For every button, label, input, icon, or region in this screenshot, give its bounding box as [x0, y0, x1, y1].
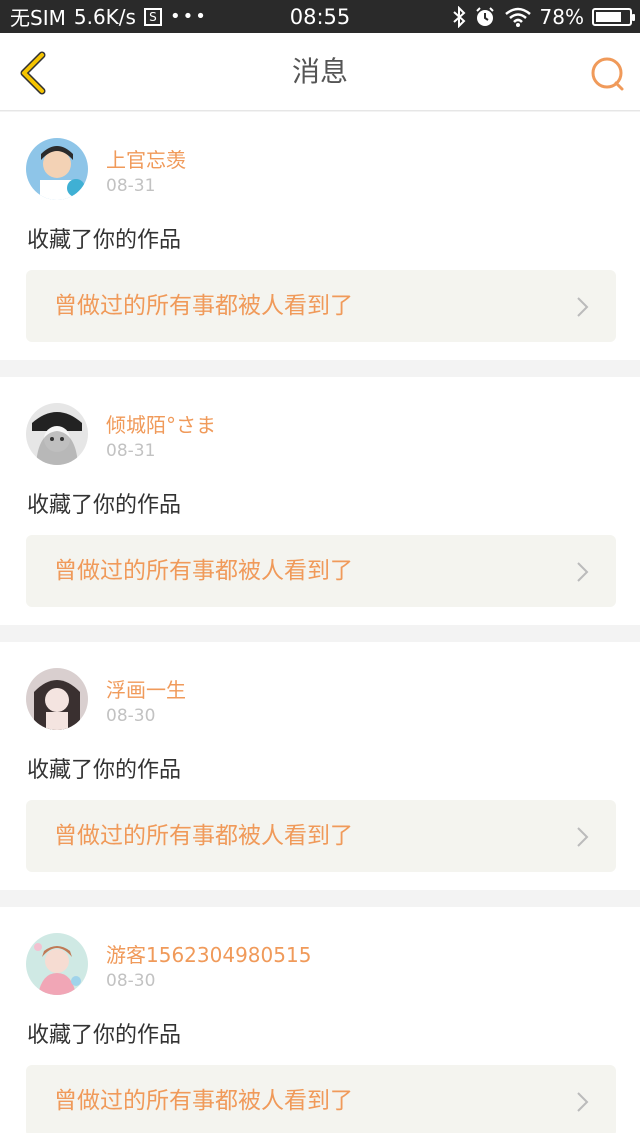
message-card: 浮画一生 08-30 收藏了你的作品 曾做过的所有事都被人看到了 — [0, 642, 640, 890]
message-date: 08-31 — [106, 176, 156, 196]
username[interactable]: 浮画一生 — [106, 674, 186, 703]
message-date: 08-30 — [106, 706, 156, 726]
username[interactable]: 上官忘羡 — [106, 144, 186, 173]
message-card: 上官忘羡 08-31 收藏了你的作品 曾做过的所有事都被人看到了 — [0, 112, 640, 360]
work-link[interactable]: 曾做过的所有事都被人看到了 — [26, 800, 616, 872]
username[interactable]: 倾城陌°さま — [106, 409, 216, 438]
message-date: 08-30 — [106, 971, 156, 991]
chevron-right-icon — [577, 562, 589, 582]
action-text: 收藏了你的作品 — [27, 228, 182, 253]
bluetooth-icon — [452, 5, 465, 28]
network-speed: 5.6K/s — [73, 4, 136, 29]
page-title: 消息 — [291, 55, 348, 88]
avatar[interactable] — [26, 138, 88, 200]
work-title: 曾做过的所有事都被人看到了 — [54, 823, 353, 849]
work-link[interactable]: 曾做过的所有事都被人看到了 — [26, 1065, 616, 1133]
status-right: 78% — [452, 4, 635, 29]
carrier-label: 无SIM — [10, 6, 66, 30]
message-card: 游客1562304980515 08-30 收藏了你的作品 曾做过的所有事都被人… — [0, 907, 640, 1133]
work-link[interactable]: 曾做过的所有事都被人看到了 — [26, 270, 616, 342]
status-left: 无SIM 5.6K/s S ••• — [10, 2, 208, 31]
work-title: 曾做过的所有事都被人看到了 — [54, 1088, 353, 1114]
battery-percent: 78% — [539, 4, 584, 29]
battery-icon — [592, 7, 635, 26]
avatar[interactable] — [26, 668, 88, 730]
action-text: 收藏了你的作品 — [27, 758, 182, 783]
status-bar: 无SIM 5.6K/s S ••• 08:55 78% — [0, 0, 640, 33]
alarm-icon — [475, 6, 494, 26]
sim-icon: S — [143, 7, 162, 26]
message-card: 倾城陌°さま 08-31 收藏了你的作品 曾做过的所有事都被人看到了 — [0, 377, 640, 625]
avatar[interactable] — [26, 403, 88, 465]
message-list: 上官忘羡 08-31 收藏了你的作品 曾做过的所有事都被人看到了 倾城陌°さま … — [0, 112, 640, 1133]
action-text: 收藏了你的作品 — [27, 493, 182, 518]
action-text: 收藏了你的作品 — [27, 1023, 182, 1048]
username[interactable]: 游客1562304980515 — [106, 939, 311, 968]
search-icon[interactable] — [588, 55, 626, 93]
work-link[interactable]: 曾做过的所有事都被人看到了 — [26, 535, 616, 607]
more-dots-icon: ••• — [169, 6, 208, 27]
battery-level — [596, 11, 621, 22]
chevron-right-icon — [577, 1092, 589, 1112]
chevron-right-icon — [577, 827, 589, 847]
message-date: 08-31 — [106, 441, 156, 461]
avatar[interactable] — [26, 933, 88, 995]
work-title: 曾做过的所有事都被人看到了 — [54, 558, 353, 584]
nav-bar: 消息 — [0, 33, 640, 111]
chevron-right-icon — [577, 297, 589, 317]
wifi-icon — [504, 7, 531, 27]
work-title: 曾做过的所有事都被人看到了 — [54, 293, 353, 319]
